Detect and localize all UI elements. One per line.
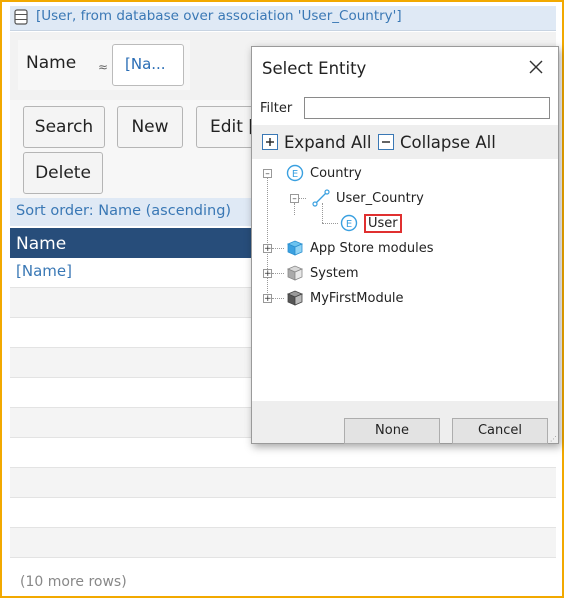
expand-icon bbox=[262, 134, 278, 150]
collapse-user-country-toggle[interactable]: – bbox=[290, 194, 299, 204]
sort-order-label: Sort order: Name (ascending) bbox=[16, 203, 232, 219]
table-row[interactable] bbox=[10, 468, 556, 498]
module-box-blue-icon bbox=[286, 240, 304, 256]
expand-myfirstmodule-toggle[interactable]: + bbox=[263, 294, 272, 304]
select-entity-dialog: Select Entity Filter Expand All Collapse… bbox=[251, 46, 559, 444]
window-frame: [User, from database over association 'U… bbox=[0, 0, 564, 598]
table-row[interactable] bbox=[10, 528, 556, 558]
datagrid-header: [User, from database over association 'U… bbox=[10, 6, 556, 31]
search-field-name: Name ≈ [Na... bbox=[18, 40, 190, 90]
resize-grip-icon[interactable]: ⋰ bbox=[550, 435, 557, 443]
tree-node-myfirstmodule[interactable]: MyFirstModule bbox=[286, 289, 404, 307]
none-button[interactable]: None bbox=[344, 418, 440, 444]
tree-node-system[interactable]: System bbox=[286, 264, 358, 282]
cancel-button[interactable]: Cancel bbox=[452, 418, 548, 444]
tree-node-label: Country bbox=[310, 165, 362, 181]
tree-node-label: MyFirstModule bbox=[310, 290, 404, 306]
datagrid-source-title: [User, from database over association 'U… bbox=[36, 8, 402, 24]
dialog-toolbar: Expand All Collapse All bbox=[252, 125, 558, 159]
expand-app-store-toggle[interactable]: + bbox=[263, 244, 272, 254]
dialog-footer: None Cancel ⋰ bbox=[252, 401, 558, 444]
tree-node-label: User_Country bbox=[336, 190, 424, 206]
search-input-value: [Na... bbox=[125, 55, 166, 73]
new-button[interactable]: New bbox=[117, 106, 183, 148]
module-box-gray-icon bbox=[286, 265, 304, 281]
tree-node-app-store-modules[interactable]: App Store modules bbox=[286, 239, 434, 257]
database-icon bbox=[14, 9, 28, 25]
column-header-label: Name bbox=[16, 234, 67, 254]
expand-system-toggle[interactable]: + bbox=[263, 269, 272, 279]
tree-node-label: System bbox=[310, 265, 359, 281]
close-icon[interactable] bbox=[524, 55, 548, 79]
collapse-country-toggle[interactable]: – bbox=[263, 169, 272, 179]
tree-node-country[interactable]: E Country bbox=[286, 164, 362, 182]
collapse-all-label: Collapse All bbox=[400, 132, 496, 152]
entity-icon: E bbox=[340, 214, 358, 232]
table-row[interactable] bbox=[10, 498, 556, 528]
collapse-icon bbox=[378, 134, 394, 150]
search-operator: ≈ bbox=[98, 60, 109, 74]
association-icon bbox=[312, 189, 330, 207]
row-cell-name: [Name] bbox=[16, 262, 72, 280]
search-field-label: Name bbox=[26, 53, 77, 73]
filter-label: Filter bbox=[260, 101, 293, 116]
svg-text:E: E bbox=[292, 169, 298, 180]
more-rows-label: (10 more rows) bbox=[20, 574, 127, 590]
svg-text:E: E bbox=[346, 219, 352, 230]
search-button[interactable]: Search bbox=[23, 106, 105, 148]
entity-tree: – E Country – User_Country E User + App … bbox=[252, 159, 558, 401]
filter-input[interactable] bbox=[304, 97, 550, 119]
search-input[interactable]: [Na... bbox=[112, 44, 184, 86]
expand-all-button[interactable]: Expand All bbox=[262, 131, 371, 153]
entity-icon: E bbox=[286, 164, 304, 182]
dialog-title: Select Entity bbox=[262, 59, 367, 78]
tree-node-user-country[interactable]: User_Country bbox=[312, 189, 424, 207]
tree-node-label-selected: User bbox=[364, 213, 402, 233]
tree-node-label: App Store modules bbox=[310, 240, 434, 256]
module-box-dark-icon bbox=[286, 290, 304, 306]
collapse-all-button[interactable]: Collapse All bbox=[378, 131, 496, 153]
tree-node-user[interactable]: E User bbox=[340, 213, 402, 233]
expand-all-label: Expand All bbox=[284, 132, 372, 152]
delete-button[interactable]: Delete bbox=[23, 152, 103, 194]
